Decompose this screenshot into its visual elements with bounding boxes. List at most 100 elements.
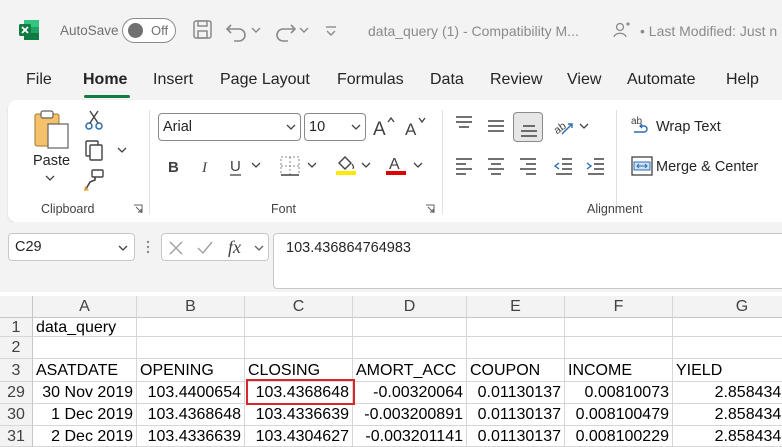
cell-e31[interactable]: 0.01130137 [467,426,565,447]
cell-f31[interactable]: 0.008100229 [565,426,673,447]
cell-d1[interactable] [353,318,467,337]
cell-b31[interactable]: 103.4336639 [137,426,245,447]
bold-icon[interactable]: B [162,154,186,178]
copy-dropdown-icon[interactable] [116,144,128,156]
cell-d30[interactable]: -0.003200891 [353,404,467,426]
customize-toolbar-icon[interactable] [324,17,338,43]
font-color-dropdown-icon[interactable] [412,158,424,172]
save-icon[interactable] [190,17,216,43]
more-options-icon[interactable] [146,240,150,254]
decrease-indent-icon[interactable] [552,154,576,178]
tab-automate[interactable]: Automate [627,71,695,89]
cell-a31[interactable]: 2 Dec 2019 [33,426,137,447]
cancel-icon[interactable] [168,240,184,256]
cell-e2[interactable] [467,337,565,359]
copy-icon[interactable] [82,138,106,162]
align-middle-icon[interactable] [484,114,508,138]
orientation-icon[interactable]: ab [552,114,576,138]
increase-indent-icon[interactable] [584,154,608,178]
tab-data[interactable]: Data [430,71,464,89]
cell-f3[interactable]: INCOME [565,359,673,382]
formula-input[interactable]: 103.436864764983 [273,233,782,289]
align-top-icon[interactable] [452,112,476,136]
row-header[interactable]: 30 [0,404,33,426]
column-header-f[interactable]: F [565,296,673,318]
cell-b1[interactable] [137,318,245,337]
column-header-d[interactable]: D [353,296,467,318]
merge-center-label[interactable]: Merge & Center [656,159,758,175]
row-header[interactable]: 1 [0,318,33,337]
autosave-toggle[interactable]: Off [122,18,176,43]
row-header[interactable]: 3 [0,359,33,382]
borders-dropdown-icon[interactable] [306,158,318,172]
tab-insert[interactable]: Insert [153,71,193,89]
cell-f30[interactable]: 0.008100479 [565,404,673,426]
font-size-select[interactable]: 10 [304,113,366,141]
column-header-e[interactable]: E [467,296,565,318]
merge-center-icon[interactable] [630,154,654,178]
cell-g2[interactable] [673,337,782,359]
align-right-icon[interactable] [516,154,540,178]
paste-icon[interactable] [32,108,72,150]
cell-g3[interactable]: YIELD [673,359,782,382]
row-header[interactable]: 29 [0,382,33,404]
cell-a2[interactable] [33,337,137,359]
tab-page-layout[interactable]: Page Layout [220,71,310,89]
tab-view[interactable]: View [567,71,601,89]
cell-a1[interactable]: data_query [33,318,137,337]
cell-c2[interactable] [245,337,353,359]
undo-dropdown-icon[interactable] [250,17,262,43]
cell-d3[interactable]: AMORT_ACC [353,359,467,382]
paste-dropdown-icon[interactable] [44,173,56,183]
cell-a29[interactable]: 30 Nov 2019 [33,382,137,404]
tab-formulas[interactable]: Formulas [337,71,404,89]
cell-b29[interactable]: 103.4400654 [137,382,245,404]
column-header-c[interactable]: C [245,296,353,318]
cell-f2[interactable] [565,337,673,359]
insert-function-button[interactable]: fx [228,237,241,258]
name-box[interactable]: C29 [8,233,135,261]
cut-icon[interactable] [82,108,106,132]
cell-g30[interactable]: 2.858434391 [673,404,782,426]
align-center-icon[interactable] [484,154,508,178]
column-header-b[interactable]: B [137,296,245,318]
cell-f1[interactable] [565,318,673,337]
redo-dropdown-icon[interactable] [298,17,310,43]
cell-g1[interactable] [673,318,782,337]
align-left-icon[interactable] [452,154,476,178]
increase-font-size-icon[interactable]: A [372,115,396,139]
cell-d31[interactable]: -0.003201141 [353,426,467,447]
underline-icon[interactable]: U [224,154,248,178]
cell-d29[interactable]: -0.00320064 [353,382,467,404]
redo-icon[interactable] [272,17,298,43]
align-bottom-button[interactable] [513,112,543,142]
cell-d2[interactable] [353,337,467,359]
cell-c31[interactable]: 103.4304627 [245,426,353,447]
cell-e3[interactable]: COUPON [467,359,565,382]
cell-b30[interactable]: 103.4368648 [137,404,245,426]
cell-g29[interactable]: 2.858434391 [673,382,782,404]
decrease-font-size-icon[interactable]: A [404,115,428,139]
enter-check-icon[interactable] [196,240,214,256]
wrap-text-icon[interactable]: ab [630,114,654,138]
cell-e29[interactable]: 0.01130137 [467,382,565,404]
document-title[interactable]: data_query (1) - Compatibility M... [368,23,579,39]
row-header[interactable]: 31 [0,426,33,447]
clipboard-launcher-icon[interactable] [133,204,143,214]
font-launcher-icon[interactable] [425,204,435,214]
paste-label[interactable]: Paste [33,153,70,169]
cell-b3[interactable]: OPENING [137,359,245,382]
select-all-corner[interactable] [0,296,33,318]
person-icon[interactable] [612,20,632,40]
font-color-icon[interactable]: A [384,152,408,176]
cell-b2[interactable] [137,337,245,359]
format-painter-icon[interactable] [82,168,106,192]
wrap-text-label[interactable]: Wrap Text [656,119,721,135]
borders-icon[interactable] [278,154,302,178]
cell-e30[interactable]: 0.01130137 [467,404,565,426]
fill-color-icon[interactable] [334,152,358,176]
cell-c30[interactable]: 103.4336639 [245,404,353,426]
column-header-g[interactable]: G [673,296,782,318]
column-header-a[interactable]: A [33,296,137,318]
orientation-dropdown-icon[interactable] [578,120,590,132]
